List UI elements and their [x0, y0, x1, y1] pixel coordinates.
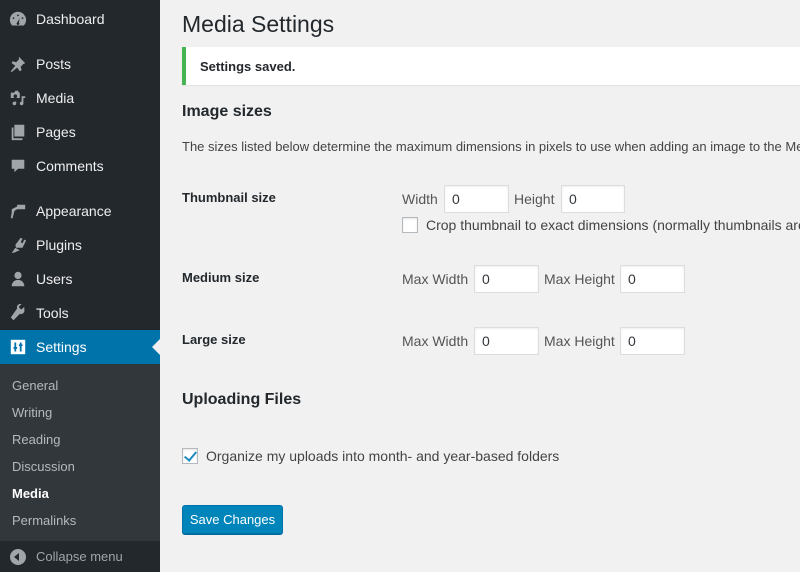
collapse-menu-label: Collapse menu: [36, 549, 123, 564]
medium-height-label: Max Height: [544, 271, 615, 287]
settings-submenu: General Writing Reading Discussion Media…: [0, 364, 160, 541]
medium-width-input[interactable]: [474, 265, 539, 293]
settings-sliders-icon: [8, 337, 28, 357]
sidebar-item-tools[interactable]: Tools: [0, 296, 160, 330]
plugin-icon: [8, 235, 28, 255]
sidebar-item-pages[interactable]: Pages: [0, 115, 160, 149]
large-width-input[interactable]: [474, 327, 539, 355]
crop-thumbnail-checkbox[interactable]: [402, 217, 418, 233]
pages-icon: [8, 122, 28, 142]
sidebar-item-label: Dashboard: [36, 11, 105, 27]
sidebar-item-label: Settings: [36, 339, 87, 355]
paintbrush-icon: [8, 201, 28, 221]
sidebar-item-label: Posts: [36, 56, 72, 72]
thumbnail-width-label: Width: [402, 191, 438, 207]
submenu-item-discussion[interactable]: Discussion: [12, 459, 75, 474]
sidebar-item-label: Plugins: [36, 237, 82, 253]
active-indicator-arrow: [152, 339, 160, 355]
sidebar-item-users[interactable]: Users: [0, 262, 160, 296]
organize-uploads-checkbox[interactable]: [182, 448, 198, 464]
wrench-icon: [8, 303, 28, 323]
sidebar-item-label: Appearance: [36, 203, 112, 219]
sidebar-item-label: Tools: [36, 305, 69, 321]
uploading-files-heading: Uploading Files: [182, 391, 302, 408]
large-width-label: Max Width: [402, 333, 469, 349]
thumbnail-size-label: Thumbnail size: [182, 190, 276, 205]
sidebar-item-label: Users: [36, 271, 73, 287]
sidebar-item-posts[interactable]: Posts: [0, 47, 160, 81]
save-changes-button[interactable]: Save Changes: [182, 505, 283, 534]
sidebar-item-label: Media: [36, 90, 75, 106]
large-height-label: Max Height: [544, 333, 615, 349]
pin-icon: [8, 54, 28, 74]
thumbnail-width-input[interactable]: [444, 185, 509, 213]
submenu-item-writing[interactable]: Writing: [12, 405, 52, 420]
sidebar-item-plugins[interactable]: Plugins: [0, 228, 160, 262]
media-icon: [8, 88, 28, 108]
submenu-item-reading[interactable]: Reading: [12, 432, 60, 447]
sidebar-item-label: Comments: [36, 158, 104, 174]
admin-sidebar: Dashboard Posts Media Pages Comments App…: [0, 0, 160, 572]
sidebar-item-comments[interactable]: Comments: [0, 149, 160, 183]
crop-thumbnail-label[interactable]: Crop thumbnail to exact dimensions (norm…: [426, 217, 800, 233]
collapse-arrow-icon: [10, 548, 26, 565]
sidebar-item-appearance[interactable]: Appearance: [0, 194, 160, 228]
organize-uploads-label[interactable]: Organize my uploads into month- and year…: [206, 448, 559, 464]
thumbnail-height-input[interactable]: [561, 185, 625, 213]
submenu-item-permalinks[interactable]: Permalinks: [12, 513, 76, 528]
settings-saved-notice: Settings saved.: [182, 47, 800, 85]
sidebar-item-dashboard[interactable]: Dashboard: [0, 2, 160, 36]
comment-icon: [8, 156, 28, 176]
medium-width-label: Max Width: [402, 271, 469, 287]
page-title: Media Settings: [182, 11, 335, 37]
image-sizes-description: The sizes listed below determine the max…: [182, 139, 800, 154]
large-size-label: Large size: [182, 332, 246, 347]
medium-height-input[interactable]: [620, 265, 685, 293]
submenu-item-media[interactable]: Media: [12, 486, 49, 501]
submenu-item-general[interactable]: General: [12, 378, 58, 393]
medium-size-label: Medium size: [182, 270, 260, 285]
sidebar-item-label: Pages: [36, 124, 76, 140]
thumbnail-height-label: Height: [514, 191, 555, 207]
sidebar-item-settings[interactable]: Settings: [0, 330, 160, 364]
large-height-input[interactable]: [620, 327, 685, 355]
sidebar-item-media[interactable]: Media: [0, 81, 160, 115]
notice-text: Settings saved.: [200, 59, 296, 74]
user-icon: [8, 269, 28, 289]
collapse-menu-button[interactable]: Collapse menu: [0, 541, 160, 572]
image-sizes-heading: Image sizes: [182, 103, 272, 120]
dashboard-icon: [8, 9, 28, 29]
